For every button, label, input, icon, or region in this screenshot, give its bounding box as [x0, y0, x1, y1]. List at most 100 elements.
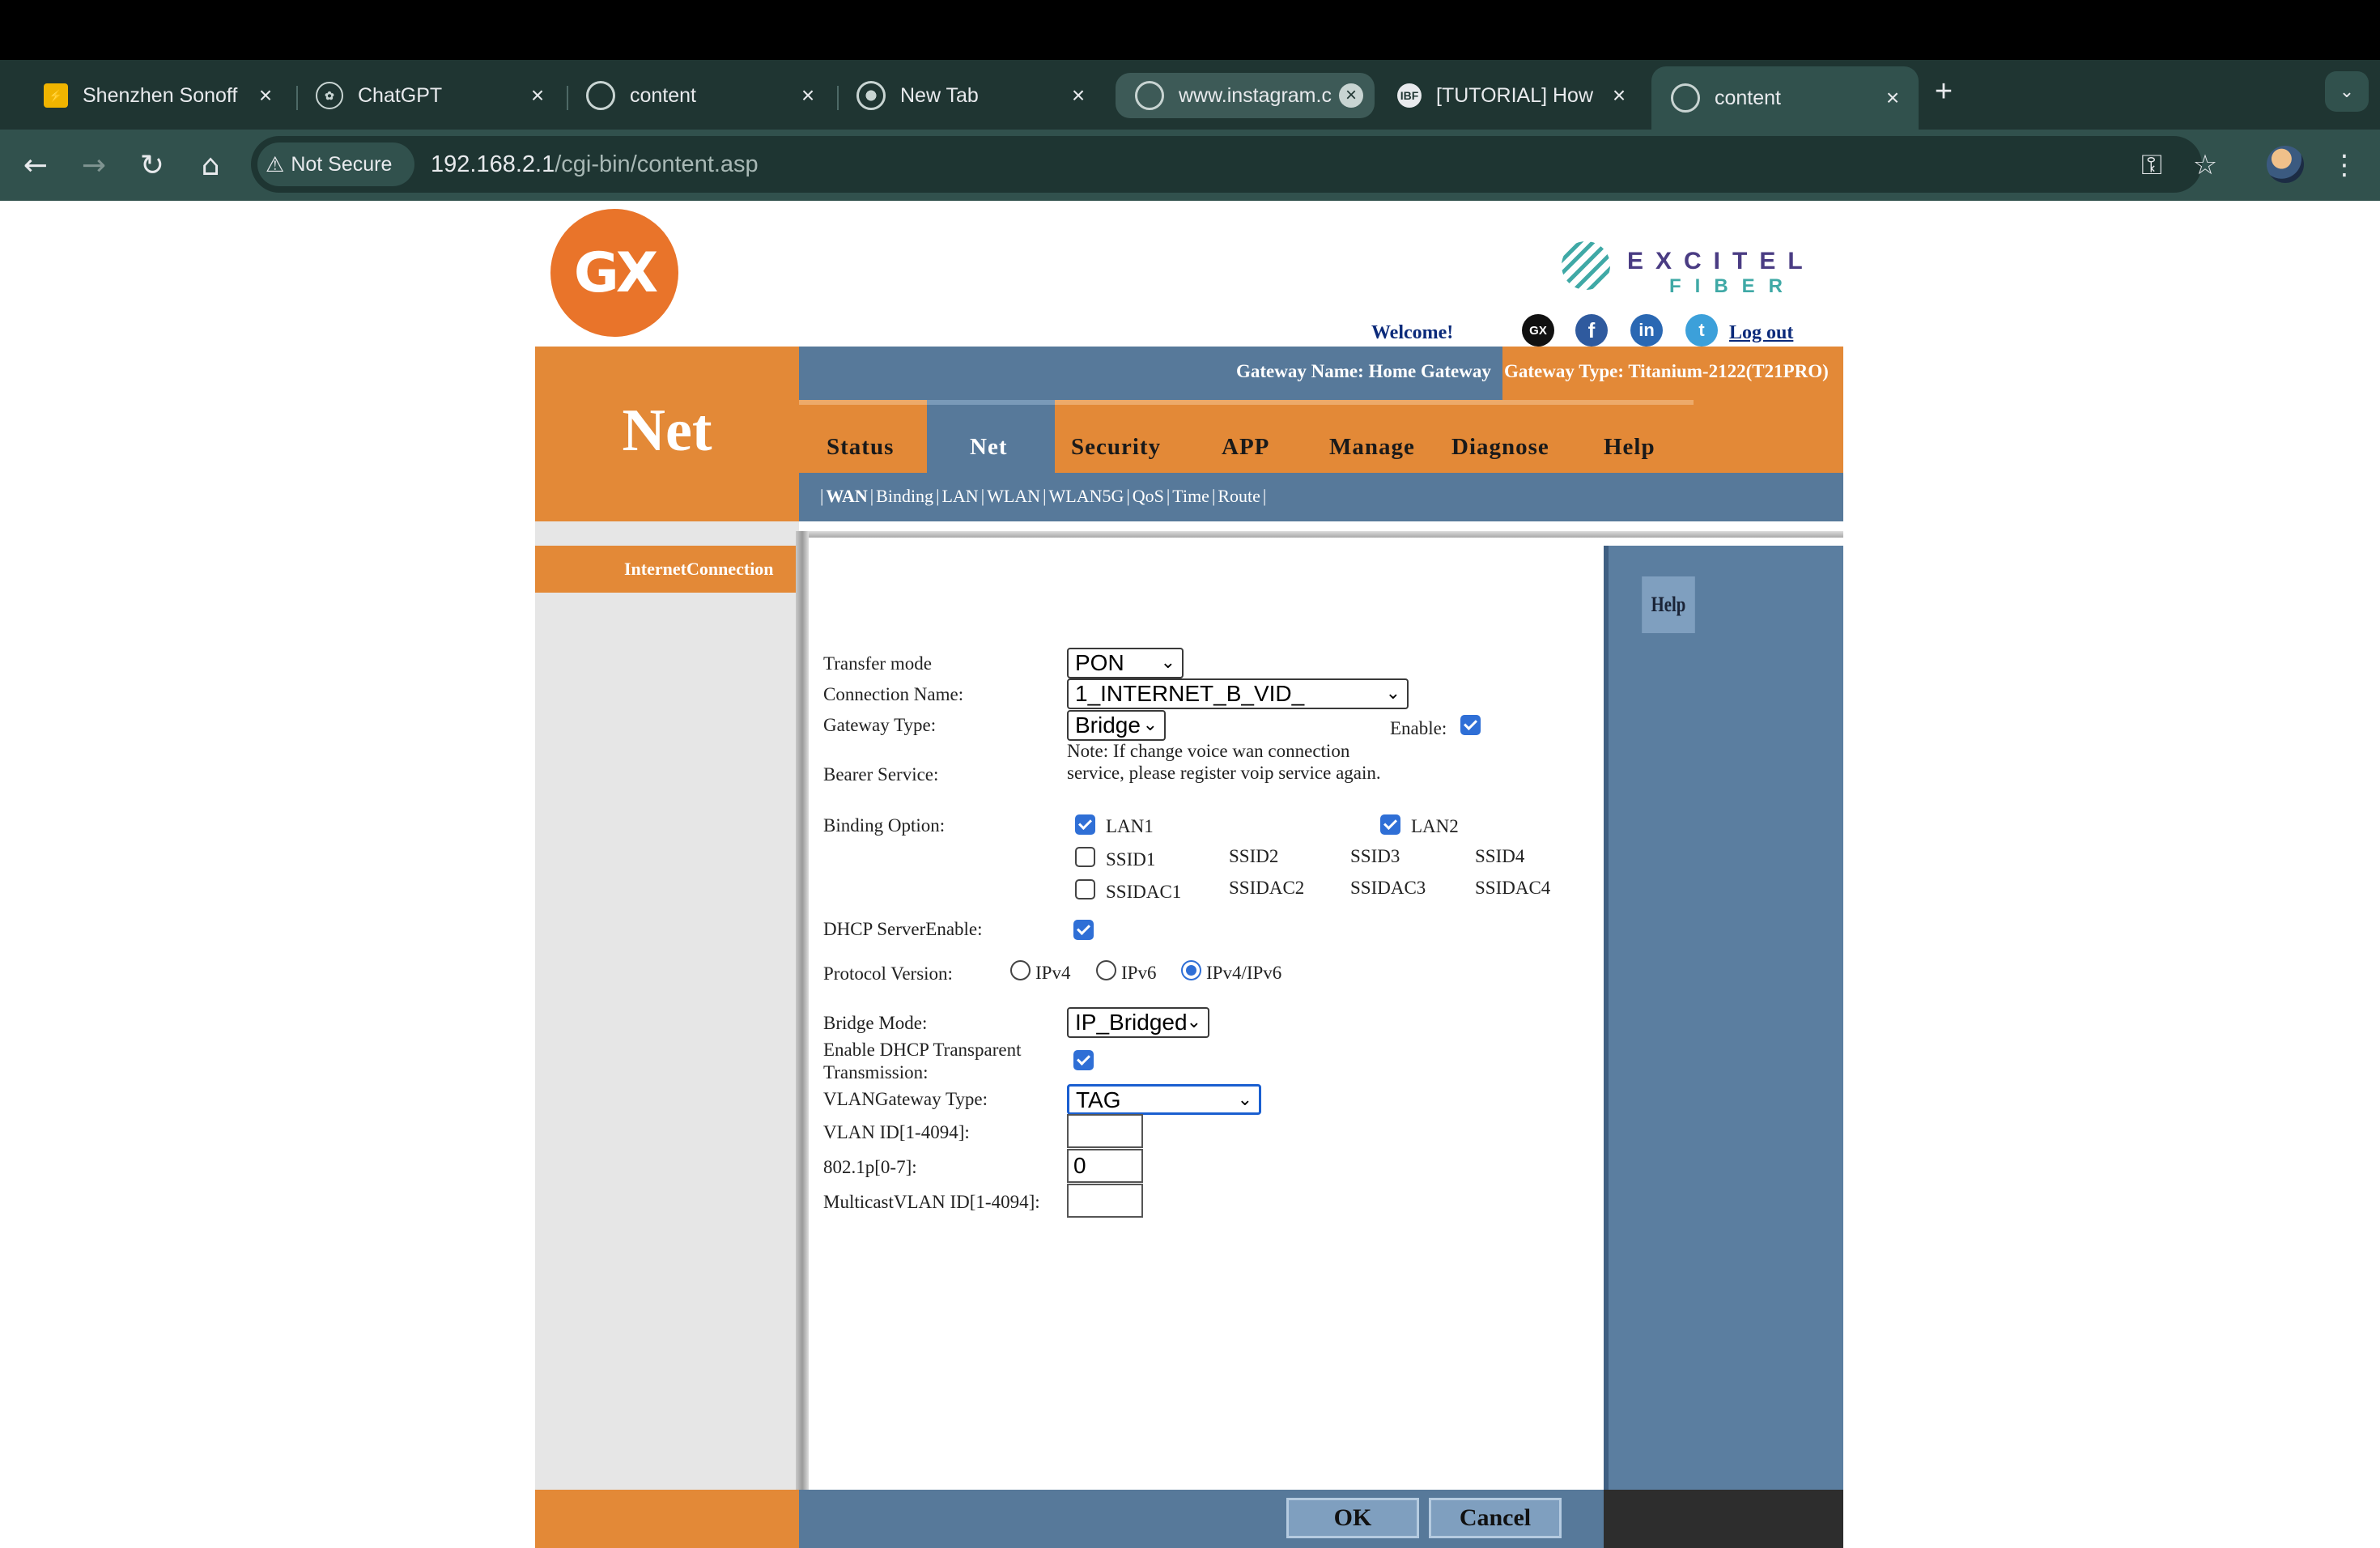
content-border-top [799, 531, 1843, 538]
bridge-mode-select[interactable]: IP_Bridged ⌄ [1067, 1007, 1209, 1038]
footer-right [1604, 1490, 1843, 1548]
close-tab-icon[interactable]: × [1064, 81, 1093, 110]
gateway-name: Gateway Name: Home Gateway [1236, 361, 1491, 381]
home-icon[interactable]: ⌂ [189, 144, 232, 186]
menu-security[interactable]: Security [1071, 434, 1161, 461]
vlan-id-input[interactable] [1067, 1114, 1143, 1148]
bookmark-star-icon[interactable]: ☆ [2184, 144, 2226, 186]
connection-name-select[interactable]: 1_INTERNET_B_VID_ ⌄ [1067, 678, 1409, 709]
cancel-button[interactable]: Cancel [1429, 1498, 1562, 1538]
close-tab-icon[interactable]: × [251, 81, 280, 110]
submenu-lan[interactable]: LAN [941, 486, 978, 506]
transfer-mode-value: PON [1075, 650, 1124, 675]
twitter-icon[interactable]: t [1685, 314, 1718, 347]
chrome-icon [856, 81, 886, 110]
submenu-wlan[interactable]: WLAN [987, 486, 1040, 506]
gateway-type-select[interactable]: Bridge ⌄ [1067, 710, 1166, 741]
tab-search-chevron-icon[interactable]: ⌄ [2325, 71, 2369, 112]
ssidac1-label: SSIDAC1 [1106, 882, 1182, 902]
sidebar [535, 521, 799, 1490]
close-tab-icon[interactable]: × [793, 81, 822, 110]
submenu-wlan5g[interactable]: WLAN5G [1048, 486, 1124, 506]
content-border-left [796, 531, 809, 1490]
profile-avatar[interactable] [2267, 146, 2304, 183]
protocol-ipv4ipv6-radio[interactable] [1181, 960, 1201, 980]
brand-subname: FIBER [1669, 275, 1796, 297]
dhcp-server-label: DHCP ServerEnable: [823, 919, 983, 939]
menu-status[interactable]: Status [827, 434, 894, 461]
protocol-ipv6-radio[interactable] [1096, 960, 1116, 980]
lan1-label: LAN1 [1106, 816, 1154, 836]
dot1p-input[interactable]: 0 [1067, 1149, 1143, 1183]
protocol-version-label: Protocol Version: [823, 963, 953, 984]
reload-icon[interactable]: ↻ [131, 144, 173, 186]
globe-icon [586, 81, 615, 110]
dhcp-server-checkbox[interactable] [1073, 920, 1094, 940]
close-tab-icon[interactable]: × [1339, 83, 1363, 108]
menu-net[interactable]: Net [970, 434, 1007, 461]
gx-logo: GX [550, 209, 678, 337]
brand-name: EXCITEL [1627, 248, 1815, 274]
sonoff-icon: ⚡ [44, 83, 68, 108]
ibf-icon: IBF [1397, 83, 1422, 108]
vlan-gateway-type-select[interactable]: TAG ⌄ [1067, 1084, 1261, 1115]
bearer-service-label: Bearer Service: [823, 764, 939, 785]
ok-button[interactable]: OK [1286, 1498, 1419, 1538]
forward-icon[interactable]: → [73, 144, 115, 186]
connection-name-value: 1_INTERNET_B_VID_ [1075, 681, 1305, 706]
lan2-label: LAN2 [1411, 816, 1459, 836]
gx-icon[interactable]: GX [1522, 314, 1554, 347]
submenu-binding[interactable]: Binding [876, 486, 933, 506]
back-icon[interactable]: ← [15, 144, 57, 186]
browser-tab[interactable]: New Tab × [837, 70, 1104, 121]
protocol-ipv4ipv6-label: IPv4/IPv6 [1206, 963, 1282, 983]
help-panel-border [1604, 546, 1609, 1490]
ssid3-label: SSID3 [1350, 846, 1400, 866]
dhcp-transparent-label-line1: Enable DHCP Transparent [823, 1040, 1022, 1060]
bearer-note: Note: If change voice wan connection ser… [1067, 741, 1381, 783]
protocol-ipv4-radio[interactable] [1010, 960, 1031, 980]
url-text[interactable]: 192.168.2.1/cgi-bin/content.asp [431, 147, 759, 181]
multicast-vlan-input[interactable] [1067, 1184, 1143, 1218]
globe-icon [1671, 83, 1700, 113]
submenu-wan[interactable]: WAN [826, 486, 867, 506]
menu-diagnose[interactable]: Diagnose [1451, 434, 1549, 461]
new-tab-icon[interactable]: + [1923, 71, 1964, 112]
browser-tab-active[interactable]: content × [1651, 66, 1919, 130]
close-tab-icon[interactable]: × [523, 81, 552, 110]
sidebar-item-internet-connection[interactable]: InternetConnection [535, 546, 807, 593]
chevron-down-icon: ⌄ [1385, 683, 1400, 704]
close-tab-icon[interactable]: × [1604, 81, 1634, 110]
enable-checkbox[interactable] [1460, 715, 1481, 735]
browser-tab[interactable]: IBF [TUTORIAL] How × [1378, 70, 1645, 121]
submenu-route[interactable]: Route [1218, 486, 1260, 506]
help-button[interactable]: Help [1642, 576, 1695, 633]
enable-label: Enable: [1390, 718, 1447, 738]
browser-tab[interactable]: ✿ ChatGPT × [296, 70, 563, 121]
more-menu-icon[interactable]: ⋮ [2323, 144, 2365, 186]
lan2-checkbox[interactable] [1380, 814, 1400, 835]
password-key-icon[interactable]: ⚿ [2131, 144, 2173, 186]
tab-title: content [1715, 86, 1782, 109]
facebook-icon[interactable]: f [1575, 314, 1608, 347]
linkedin-icon[interactable]: in [1630, 314, 1663, 347]
submenu-qos[interactable]: QoS [1133, 486, 1164, 506]
ssidac1-checkbox[interactable] [1075, 879, 1095, 899]
welcome-text: Welcome! [1371, 322, 1454, 343]
dhcp-transparent-checkbox[interactable] [1073, 1050, 1094, 1070]
tab-title: www.instagram.c [1179, 83, 1332, 107]
browser-tab[interactable]: content × [567, 70, 834, 121]
browser-tab[interactable]: www.instagram.c × [1116, 73, 1375, 118]
logout-link[interactable]: Log out [1729, 322, 1793, 344]
transfer-mode-select[interactable]: PON ⌄ [1067, 648, 1184, 678]
ssid1-checkbox[interactable] [1075, 847, 1095, 867]
browser-tab[interactable]: ⚡ Shenzhen Sonoff × [24, 70, 291, 121]
security-chip[interactable]: ⚠ Not Secure [257, 142, 414, 186]
lan1-checkbox[interactable] [1075, 814, 1095, 835]
menu-manage[interactable]: Manage [1329, 434, 1415, 461]
chatgpt-icon: ✿ [316, 82, 343, 109]
close-tab-icon[interactable]: × [1878, 83, 1907, 113]
submenu-time[interactable]: Time [1172, 486, 1209, 506]
menu-help[interactable]: Help [1604, 434, 1655, 461]
menu-app[interactable]: APP [1222, 434, 1269, 461]
